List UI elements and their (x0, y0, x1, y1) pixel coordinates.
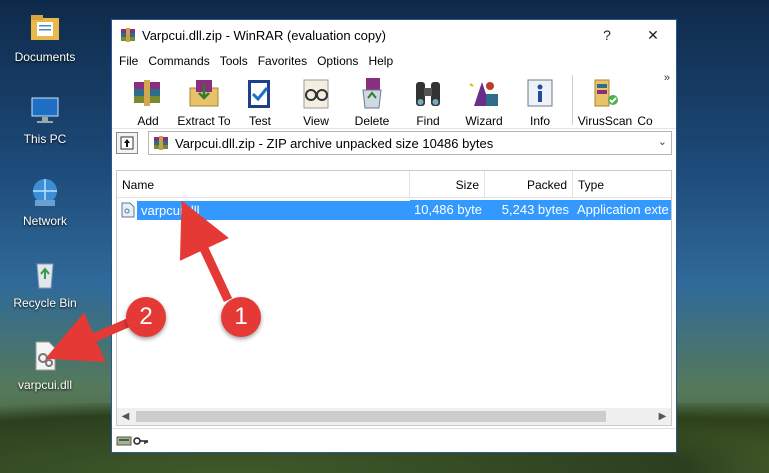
network-icon (27, 174, 63, 210)
address-bar: Varpcui.dll.zip - ZIP archive unpacked s… (112, 129, 676, 157)
tool-label: VirusScan (577, 114, 633, 128)
menu-commands[interactable]: Commands (143, 54, 214, 68)
column-header-type[interactable]: Type (573, 171, 671, 197)
menu-help[interactable]: Help (363, 54, 398, 68)
menu-file[interactable]: File (114, 54, 143, 68)
scroll-right-icon[interactable]: ▶ (654, 411, 671, 422)
desktop-icon-varpcui-dll[interactable]: varpcui.dll (0, 338, 90, 392)
dll-file-icon (121, 202, 135, 218)
wizard-icon (469, 82, 498, 106)
archive-icon (154, 136, 168, 150)
test-check-icon (248, 80, 270, 108)
tool-label: Delete (354, 114, 390, 128)
tool-label: Test (248, 114, 271, 128)
winrar-window: Varpcui.dll.zip - WinRAR (evaluation cop… (111, 19, 677, 453)
menu-bar: File Commands Tools Favorites Options He… (112, 50, 676, 72)
sort-caret-icon: ⌃ (260, 170, 269, 179)
up-one-level-button[interactable] (116, 132, 138, 154)
tool-label: Extract To (177, 114, 231, 128)
row-packed-cell: 5,243 bytes (485, 200, 573, 220)
computer-icon (27, 92, 63, 128)
file-list: ⌃ Name Size Packed Type varpcui.dll 10,4… (116, 170, 672, 426)
desktop-icon-documents[interactable]: Documents (0, 10, 90, 64)
desktop-icon-recycle-bin[interactable]: Recycle Bin (0, 256, 90, 310)
info-icon (527, 79, 553, 107)
info-button[interactable]: Info (512, 72, 568, 128)
address-text: Varpcui.dll.zip - ZIP archive unpacked s… (175, 135, 494, 151)
scrollbar-thumb[interactable] (136, 411, 606, 422)
tool-label: Info (529, 114, 550, 128)
desktop-icon-this-pc[interactable]: This PC (0, 92, 90, 146)
delete-recycle-icon (362, 78, 382, 109)
list-header: ⌃ Name Size Packed Type (117, 171, 671, 198)
address-field[interactable]: Varpcui.dll.zip - ZIP archive unpacked s… (148, 131, 672, 155)
window-title: Varpcui.dll.zip - WinRAR (evaluation cop… (142, 27, 386, 43)
wizard-button[interactable]: Wizard (456, 72, 512, 128)
find-button[interactable]: Find (400, 72, 456, 128)
row-file-name: varpcui.dll (137, 200, 410, 220)
tool-label: Co (637, 114, 653, 128)
view-glasses-icon (303, 79, 329, 109)
menu-options[interactable]: Options (312, 54, 363, 68)
extract-to-button[interactable]: Extract To (176, 72, 232, 128)
desktop-icon-label: Documents (14, 50, 76, 64)
horizontal-scrollbar[interactable]: ◀ ▶ (117, 408, 671, 425)
row-type-cell: Application exte (573, 200, 671, 220)
tool-label: Find (416, 114, 440, 128)
row-name-cell: varpcui.dll (117, 200, 410, 220)
drive-key-icon (116, 436, 148, 445)
menu-tools[interactable]: Tools (215, 54, 253, 68)
status-bar (112, 428, 676, 452)
menu-favorites[interactable]: Favorites (253, 54, 312, 68)
scroll-left-icon[interactable]: ◀ (117, 411, 134, 422)
close-button[interactable]: ✕ (630, 20, 676, 50)
row-size-cell: 10,486 byte (410, 200, 485, 220)
delete-button[interactable]: Delete (344, 72, 400, 128)
toolbar: Add Extract To Test View Delete Find Wiz… (112, 72, 676, 129)
annotation-badge-1: 1 (221, 297, 261, 337)
extract-folder-icon (189, 80, 219, 107)
dll-file-icon (27, 338, 63, 374)
add-button[interactable]: Add (120, 72, 176, 128)
comment-button[interactable]: Co (633, 72, 657, 128)
virusscan-button[interactable]: VirusScan (577, 72, 633, 128)
desktop-icon-network[interactable]: Network (0, 174, 90, 228)
table-row[interactable]: varpcui.dll 10,486 byte 5,243 bytes Appl… (117, 200, 671, 220)
desktop-icon-label: varpcui.dll (17, 378, 73, 392)
desktop-icon-label: Network (22, 214, 67, 228)
tool-label: View (303, 114, 329, 128)
tool-label: Wizard (465, 114, 503, 128)
column-header-size[interactable]: Size (410, 171, 485, 197)
annotation-badge-2: 2 (126, 297, 166, 337)
test-button[interactable]: Test (232, 72, 288, 128)
title-bar[interactable]: Varpcui.dll.zip - WinRAR (evaluation cop… (112, 20, 676, 50)
add-archive-icon (134, 80, 160, 106)
desktop-icon-label: Recycle Bin (13, 296, 77, 310)
toolbar-separator (572, 75, 573, 125)
up-arrow-icon (120, 136, 134, 150)
virusscan-icon (594, 79, 618, 107)
chevron-down-icon[interactable]: ⌄ (658, 135, 667, 148)
toolbar-more-chevron[interactable]: » (664, 72, 670, 84)
winrar-app-icon (121, 28, 135, 42)
find-binoculars-icon (416, 82, 440, 106)
view-button[interactable]: View (288, 72, 344, 128)
tool-label: Add (137, 114, 159, 128)
desktop-icon-label: This PC (23, 132, 67, 146)
help-button[interactable]: ? (584, 20, 630, 50)
folder-documents-icon (27, 10, 63, 46)
column-header-packed[interactable]: Packed (485, 171, 573, 197)
recycle-bin-icon (27, 256, 63, 292)
